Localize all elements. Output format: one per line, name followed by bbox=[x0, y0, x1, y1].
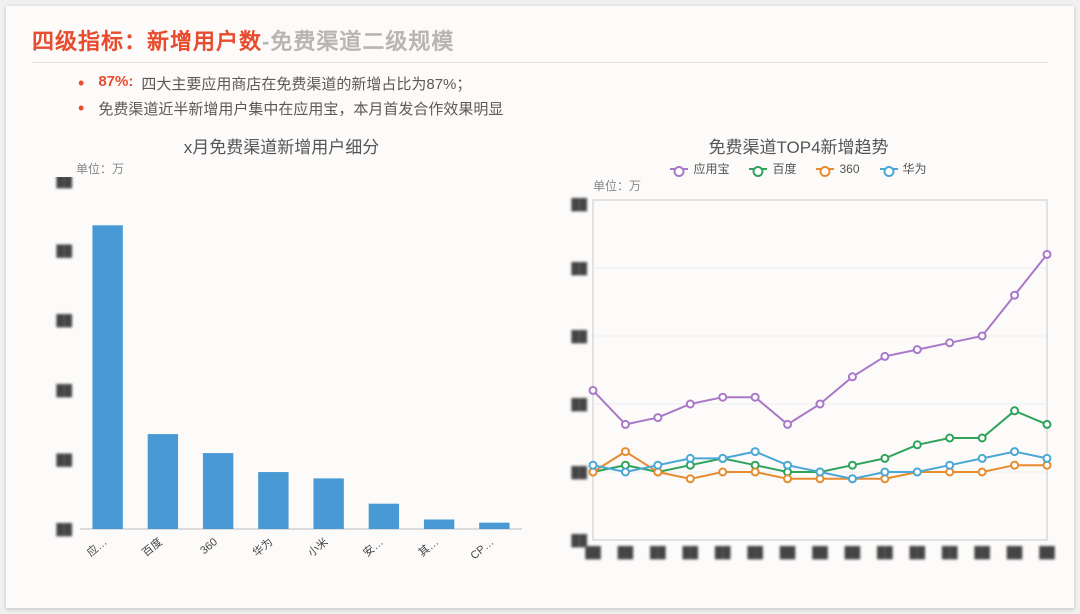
slide-title: 四级指标：新增用户数-免费渠道二级规模 bbox=[32, 24, 1048, 63]
svg-text:██: ██ bbox=[812, 545, 828, 560]
svg-text:██: ██ bbox=[571, 397, 587, 412]
bullet-2: 免费渠道近半新增用户集中在应用宝，本月首发合作效果明显 bbox=[78, 98, 1048, 119]
svg-text:██: ██ bbox=[845, 545, 861, 560]
svg-text:360: 360 bbox=[198, 536, 220, 557]
svg-text:██: ██ bbox=[1039, 545, 1055, 560]
line-chart-legend: 应用宝 百度 360 华为 bbox=[549, 160, 1048, 177]
svg-text:██: ██ bbox=[780, 545, 796, 560]
svg-text:██: ██ bbox=[1007, 545, 1023, 560]
svg-text:██: ██ bbox=[942, 545, 958, 560]
slide: 四级指标：新增用户数-免费渠道二级规模 87%: 四大主要应用商店在免费渠道的新… bbox=[6, 6, 1074, 608]
title-main: 四级指标：新增用户数 bbox=[32, 29, 262, 54]
svg-text:██: ██ bbox=[56, 244, 72, 259]
svg-text:██: ██ bbox=[909, 545, 925, 560]
title-sub: -免费渠道二级规模 bbox=[262, 29, 454, 54]
bar-chart-unit: 单位：万 bbox=[76, 160, 531, 177]
legend-item-1: 应用宝 bbox=[670, 160, 729, 177]
bullet-1-highlight: 87%: bbox=[98, 73, 133, 90]
bar-chart-title: x月免费渠道新增用户细分 bbox=[32, 133, 531, 158]
svg-text:小米: 小米 bbox=[305, 535, 330, 559]
bar-chart-panel: x月免费渠道新增用户细分 单位：万 ██ ██ ██ ██ ██ ██ 应… 百度 360 华为 小… bbox=[32, 127, 531, 577]
svg-text:██: ██ bbox=[715, 545, 731, 560]
line-chart: ████████████████████████████████████████… bbox=[549, 194, 1059, 574]
svg-text:██: ██ bbox=[650, 545, 666, 560]
legend-item-4: 华为 bbox=[880, 160, 927, 177]
svg-text:华为: 华为 bbox=[249, 535, 275, 560]
line-chart-panel: 免费渠道TOP4新增趋势 应用宝 百度 360 华为 单位：万 ████████… bbox=[549, 127, 1048, 577]
svg-text:██: ██ bbox=[56, 383, 72, 398]
svg-text:百度: 百度 bbox=[139, 535, 165, 560]
legend-item-2: 百度 bbox=[749, 160, 796, 177]
line-chart-unit: 单位：万 bbox=[593, 177, 1048, 194]
svg-text:██: ██ bbox=[877, 545, 893, 560]
svg-text:██: ██ bbox=[56, 522, 72, 537]
svg-text:██: ██ bbox=[571, 533, 587, 548]
svg-text:██: ██ bbox=[618, 545, 634, 560]
svg-text:██: ██ bbox=[56, 452, 72, 467]
svg-text:██: ██ bbox=[571, 197, 587, 212]
svg-text:██: ██ bbox=[974, 545, 990, 560]
svg-text:安…: 安… bbox=[360, 535, 386, 560]
svg-text:██: ██ bbox=[571, 261, 587, 276]
svg-text:██: ██ bbox=[56, 313, 72, 328]
line-chart-title: 免费渠道TOP4新增趋势 bbox=[549, 133, 1048, 158]
svg-text:██: ██ bbox=[585, 545, 601, 560]
bullet-1-text: 四大主要应用商店在免费渠道的新增占比为87%； bbox=[141, 73, 471, 94]
legend-item-3: 360 bbox=[816, 160, 859, 177]
bullet-1: 87%: 四大主要应用商店在免费渠道的新增占比为87%； bbox=[78, 73, 1048, 94]
bullet-2-text: 免费渠道近半新增用户集中在应用宝，本月首发合作效果明显 bbox=[98, 98, 503, 119]
bullet-list: 87%: 四大主要应用商店在免费渠道的新增占比为87%； 免费渠道近半新增用户集… bbox=[38, 73, 1048, 119]
svg-text:██: ██ bbox=[682, 545, 698, 560]
svg-text:██: ██ bbox=[747, 545, 763, 560]
svg-text:其…: 其… bbox=[416, 535, 441, 559]
bar-chart: ██ ██ ██ ██ ██ ██ 应… 百度 360 华为 小米 安… 其… CP… bbox=[32, 177, 532, 577]
svg-text:██: ██ bbox=[571, 329, 587, 344]
svg-text:应…: 应… bbox=[84, 535, 110, 560]
svg-text:██: ██ bbox=[56, 177, 72, 189]
charts-row: x月免费渠道新增用户细分 单位：万 ████████████应…百度360华为小… bbox=[32, 127, 1048, 577]
svg-text:██: ██ bbox=[571, 465, 587, 480]
svg-text:CP…: CP… bbox=[468, 536, 496, 562]
